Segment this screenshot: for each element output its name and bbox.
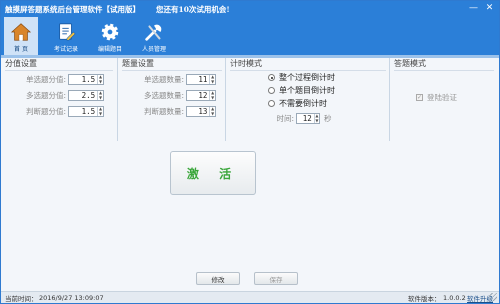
toolbar-exam-records-label: 考试记录 [53, 46, 78, 53]
version-value: 1.0.0.2 [443, 293, 466, 302]
count-multi-value[interactable]: 12 [187, 91, 209, 100]
toolbar-home-label: 首 页 [14, 46, 28, 53]
title-bar: 触摸屏答题系统后台管理软件【试用版】 您还有10次试用机会! — ✕ [1, 1, 499, 17]
time-spinner[interactable]: 12 ▲ ▼ [296, 113, 320, 124]
score-judge-label: 判断题分值: [25, 107, 66, 116]
group-divider [5, 70, 113, 71]
score-multi-spinner[interactable]: 2.5 ▲ ▼ [68, 90, 104, 101]
score-settings-group: 分值设置 单选题分值: 1.5 ▲ ▼ 多选题分值: 2.5 ▲ ▼ 判断题分值: … [1, 58, 118, 141]
count-row-judge: 判断题数量: 13 ▲ ▼ [126, 106, 216, 117]
version-label: 软件版本： [408, 294, 441, 303]
count-multi-label: 多选题数量: [143, 91, 184, 100]
count-judge-value[interactable]: 13 [187, 107, 209, 116]
status-bar: 当前时间： 2016/9/27 13:09:07 软件版本： 1.0.0.2 软… [1, 291, 499, 303]
count-single-label: 单选题数量: [143, 75, 184, 84]
modify-button[interactable]: 修改 [196, 272, 240, 285]
score-settings-title: 分值设置 [5, 59, 37, 68]
score-judge-spinner[interactable]: 1.5 ▲ ▼ [68, 106, 104, 117]
score-multi-label: 多选题分值: [25, 91, 66, 100]
spinner-arrows[interactable]: ▲ ▼ [209, 106, 215, 116]
count-multi-spinner[interactable]: 12 ▲ ▼ [186, 90, 216, 101]
score-multi-value[interactable]: 2.5 [69, 91, 97, 100]
trial-notice: 您还有10次试用机会! [156, 4, 230, 14]
radio-whole-process[interactable]: 整个过程倒计时 [268, 72, 335, 83]
toolbar-personnel[interactable]: 人员管理 [132, 17, 176, 55]
exam-record-icon [59, 23, 76, 41]
login-verify-checkbox[interactable]: ✓ 登陆验证 [416, 92, 457, 103]
answer-mode-group: 答题模式 ✓ 登陆验证 [390, 58, 499, 141]
app-window: 触摸屏答题系统后台管理软件【试用版】 您还有10次试用机会! — ✕ 首 页 考… [0, 0, 500, 304]
score-row-single: 单选题分值: 1.5 ▲ ▼ [11, 74, 104, 85]
radio-single-question[interactable]: 单个题目倒计时 [268, 85, 335, 96]
window-title: 触摸屏答题系统后台管理软件【试用版】 [5, 4, 140, 14]
count-judge-label: 判断题数量: [143, 107, 184, 116]
toolbar-home[interactable]: 首 页 [4, 17, 38, 55]
score-judge-value[interactable]: 1.5 [69, 107, 97, 116]
score-single-label: 单选题分值: [25, 75, 66, 84]
score-row-judge: 判断题分值: 1.5 ▲ ▼ [11, 106, 104, 117]
toolbar-edit-questions[interactable]: 编辑题目 [88, 17, 132, 55]
radio-single-question-circle[interactable] [268, 87, 275, 94]
save-button[interactable]: 保存 [254, 272, 298, 285]
timer-mode-title: 计时模式 [230, 59, 262, 68]
spinner-arrows[interactable]: ▲ ▼ [313, 113, 319, 123]
answer-mode-title: 答题模式 [394, 59, 426, 68]
toolbar-exam-records[interactable]: 考试记录 [44, 17, 88, 55]
radio-single-question-label: 单个题目倒计时 [279, 86, 335, 95]
checkbox-box[interactable]: ✓ [416, 94, 423, 101]
radio-whole-process-circle[interactable] [268, 74, 275, 81]
score-row-multi: 多选题分值: 2.5 ▲ ▼ [11, 90, 104, 101]
resize-grip[interactable] [489, 293, 497, 301]
toolbar: 首 页 考试记录 编辑题目 人员管理 [1, 17, 499, 55]
group-divider [230, 70, 386, 71]
spinner-arrows[interactable]: ▲ ▼ [97, 106, 103, 116]
tools-icon [145, 24, 162, 41]
minimize-button[interactable]: — [467, 3, 480, 14]
time-label: 时间: [276, 114, 294, 123]
current-time-value: 2016/9/27 13:09:07 [39, 293, 104, 302]
group-divider [122, 70, 222, 71]
home-icon [10, 23, 32, 41]
radio-no-countdown-circle[interactable] [268, 100, 275, 107]
activate-button[interactable]: 激 活 [170, 151, 256, 195]
count-row-multi: 多选题数量: 12 ▲ ▼ [126, 90, 216, 101]
count-judge-spinner[interactable]: 13 ▲ ▼ [186, 106, 216, 117]
radio-whole-process-label: 整个过程倒计时 [279, 73, 335, 82]
score-single-value[interactable]: 1.5 [69, 75, 97, 84]
current-time-label: 当前时间： [5, 294, 38, 303]
toolbar-personnel-label: 人员管理 [141, 46, 166, 53]
time-value[interactable]: 12 [297, 114, 314, 123]
login-verify-label: 登陆验证 [427, 93, 457, 102]
spinner-arrows[interactable]: ▲ ▼ [209, 74, 215, 84]
time-unit: 秒 [324, 114, 332, 123]
timer-mode-group: 计时模式 整个过程倒计时 单个题目倒计时 不需要倒计时 时间: 12 ▲ ▼ 秒 [226, 58, 390, 141]
count-settings-group: 题量设置 单选题数量: 11 ▲ ▼ 多选题数量: 12 ▲ ▼ 判断题数量: 13… [118, 58, 226, 141]
spinner-arrows[interactable]: ▲ ▼ [209, 90, 215, 100]
close-button[interactable]: ✕ [483, 3, 496, 14]
count-single-spinner[interactable]: 11 ▲ ▼ [186, 74, 216, 85]
count-row-single: 单选题数量: 11 ▲ ▼ [126, 74, 216, 85]
score-single-spinner[interactable]: 1.5 ▲ ▼ [68, 74, 104, 85]
gear-icon [101, 23, 119, 41]
radio-no-countdown-label: 不需要倒计时 [279, 99, 327, 108]
timer-seconds-row: 时间: 12 ▲ ▼ 秒 [272, 113, 332, 124]
count-settings-title: 题量设置 [122, 59, 154, 68]
spinner-arrows[interactable]: ▲ ▼ [97, 74, 103, 84]
group-divider [394, 70, 494, 71]
radio-no-countdown[interactable]: 不需要倒计时 [268, 98, 327, 109]
toolbar-edit-questions-label: 编辑题目 [97, 46, 122, 53]
count-single-value[interactable]: 11 [187, 75, 209, 84]
spinner-arrows[interactable]: ▲ ▼ [97, 90, 103, 100]
